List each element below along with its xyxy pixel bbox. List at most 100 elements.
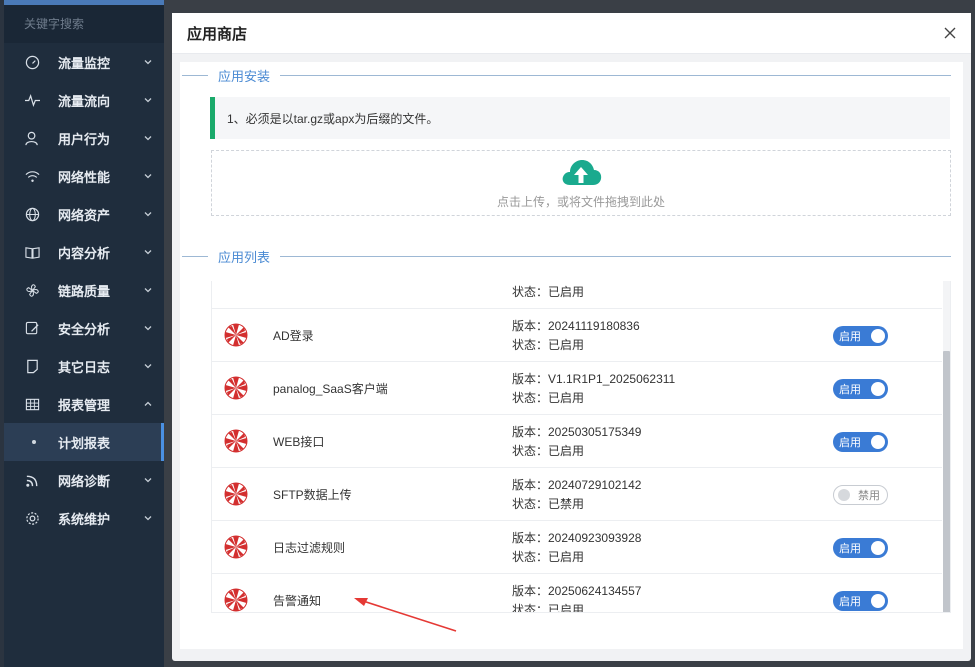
- toggle-label: 禁用: [858, 490, 880, 502]
- fan-icon: [24, 282, 40, 298]
- app-version: 版本：20250305175349: [512, 425, 642, 439]
- app-logo-icon: [224, 429, 248, 453]
- chevron-down-icon: [144, 212, 152, 217]
- book-icon: [24, 244, 40, 260]
- shield-edit-icon: [24, 320, 40, 336]
- chevron-down-icon: [144, 478, 152, 483]
- sidebar-item-label: 流量监控: [58, 55, 111, 71]
- cloud-upload-icon: [562, 159, 602, 185]
- app-version: 版本：20240729102142: [512, 478, 642, 492]
- chevron-down-icon: [144, 326, 152, 331]
- enable-toggle[interactable]: 启用: [833, 432, 888, 452]
- sidebar-item-label: 流量流向: [58, 93, 111, 109]
- sidebar-item-system-maintenance[interactable]: 系统维护: [4, 499, 164, 537]
- app-name: AD登录: [273, 329, 314, 343]
- annotation-arrow-icon: [354, 598, 457, 632]
- list-item: AD登录 版本：20241119180836 状态：已启用 启用: [212, 309, 942, 362]
- app-version: 版本：20240923093928: [512, 531, 642, 545]
- app-version: 版本：V1.1R1P1_2025062311: [512, 372, 676, 386]
- sidebar-item-label: 网络资产: [58, 207, 111, 223]
- dialog-header: 应用商店: [172, 13, 971, 54]
- sidebar-item-security-analysis[interactable]: 安全分析: [4, 309, 164, 347]
- section-title-list: 应用列表: [180, 246, 963, 266]
- search-input[interactable]: [24, 17, 179, 31]
- globe-icon: [24, 206, 40, 222]
- toggle-knob: [871, 435, 885, 449]
- section-title-install: 应用安装: [180, 65, 963, 85]
- toggle-knob: [871, 329, 885, 343]
- list-item: SFTP数据上传 版本：20240729102142 状态：已禁用 禁用: [212, 468, 942, 521]
- toggle-label: 启用: [839, 437, 861, 449]
- list-item: 状态：已启用: [212, 281, 942, 309]
- sidebar-item-traffic-flow[interactable]: 流量流向: [4, 81, 164, 119]
- app-logo-icon: [224, 323, 248, 347]
- toggle-knob: [871, 594, 885, 608]
- list-item: WEB接口 版本：20250305175349 状态：已启用 启用: [212, 415, 942, 468]
- app-name: 日志过滤规则: [273, 541, 346, 555]
- chevron-down-icon: [144, 288, 152, 293]
- sidebar-item-label: 内容分析: [58, 245, 111, 261]
- list-item: 告警通知 版本：20250624134557 状态：已启用 启用: [212, 574, 942, 613]
- sidebar-item-label: 链路质量: [58, 283, 111, 299]
- gauge-icon: [24, 54, 40, 70]
- document-icon: [24, 358, 40, 374]
- enable-toggle[interactable]: 启用: [833, 591, 888, 611]
- scrollbar-thumb[interactable]: [943, 351, 950, 612]
- app-store-dialog: 应用商店 应用安装 1、必须是以tar.gz或apx为后缀的文件。 点击上传，或…: [172, 13, 971, 661]
- sidebar-item-label: 网络性能: [58, 169, 111, 185]
- app-logo-icon: [224, 376, 248, 400]
- sidebar-item-other-logs[interactable]: 其它日志: [4, 347, 164, 385]
- sidebar-item-content-analysis[interactable]: 内容分析: [4, 233, 164, 271]
- divider-line: [280, 255, 951, 257]
- toggle-label: 启用: [839, 543, 861, 555]
- sidebar-item-network-assets[interactable]: 网络资产: [4, 195, 164, 233]
- file-requirement-tip: 1、必须是以tar.gz或apx为后缀的文件。: [210, 97, 950, 139]
- enable-toggle[interactable]: 启用: [833, 538, 888, 558]
- chevron-down-icon: [144, 250, 152, 255]
- sidebar-subitem-label: 计划报表: [58, 435, 111, 451]
- sidebar-item-label: 安全分析: [58, 321, 111, 337]
- chevron-down-icon: [144, 136, 152, 141]
- toggle-label: 启用: [839, 384, 861, 396]
- sidebar-item-network-performance[interactable]: 网络性能: [4, 157, 164, 195]
- sidebar-item-link-quality[interactable]: 链路质量: [4, 271, 164, 309]
- close-icon[interactable]: [943, 26, 957, 40]
- chevron-down-icon: [144, 174, 152, 179]
- divider-line: [182, 74, 208, 76]
- enable-toggle[interactable]: 启用: [833, 326, 888, 346]
- sidebar-item-network-diagnosis[interactable]: 网络诊断: [4, 461, 164, 499]
- toggle-knob: [871, 541, 885, 555]
- app-logo-icon: [224, 588, 248, 612]
- pulse-icon: [24, 92, 40, 108]
- section-title-text: 应用列表: [218, 249, 271, 265]
- chevron-down-icon: [144, 364, 152, 369]
- app-logo-icon: [224, 482, 248, 506]
- chevron-down-icon: [144, 60, 152, 65]
- upload-hint: 点击上传，或将文件拖拽到此处: [496, 194, 665, 209]
- app-list: 状态：已启用 AD登录 版本：20241119180836 状态：已启用 启用 …: [211, 281, 951, 613]
- toggle-label: 启用: [839, 331, 861, 343]
- divider-line: [182, 255, 208, 257]
- sidebar-nav: 流量监控 流量流向 用户行为 网络性能 网络资产 内容分析 链路质量 安全分析 …: [4, 43, 164, 537]
- app-status: 状态：已启用: [512, 603, 585, 613]
- toggle-knob: [838, 489, 850, 501]
- user-icon: [24, 130, 40, 146]
- chevron-down-icon: [144, 98, 152, 103]
- app-name: 告警通知: [273, 594, 322, 608]
- sidebar-item-traffic-monitor[interactable]: 流量监控: [4, 43, 164, 81]
- sidebar-item-label: 报表管理: [58, 397, 111, 413]
- enable-toggle[interactable]: 禁用: [833, 485, 888, 505]
- rss-icon: [24, 472, 40, 488]
- toggle-knob: [871, 382, 885, 396]
- upload-dropzone[interactable]: 点击上传，或将文件拖拽到此处: [211, 150, 951, 216]
- sidebar-item-user-behavior[interactable]: 用户行为: [4, 119, 164, 157]
- sidebar-item-label: 系统维护: [58, 511, 111, 527]
- sidebar-subitem-scheduled-report[interactable]: 计划报表: [4, 423, 164, 461]
- table-icon: [24, 396, 40, 412]
- sidebar-item-report-management[interactable]: 报表管理: [4, 385, 164, 423]
- section-title-text: 应用安装: [218, 68, 271, 84]
- app-name: panalog_SaaS客户端: [273, 382, 388, 396]
- dialog-body: 应用安装 1、必须是以tar.gz或apx为后缀的文件。 点击上传，或将文件拖拽…: [180, 62, 963, 649]
- enable-toggle[interactable]: 启用: [833, 379, 888, 399]
- list-item: panalog_SaaS客户端 版本：V1.1R1P1_2025062311 状…: [212, 362, 942, 415]
